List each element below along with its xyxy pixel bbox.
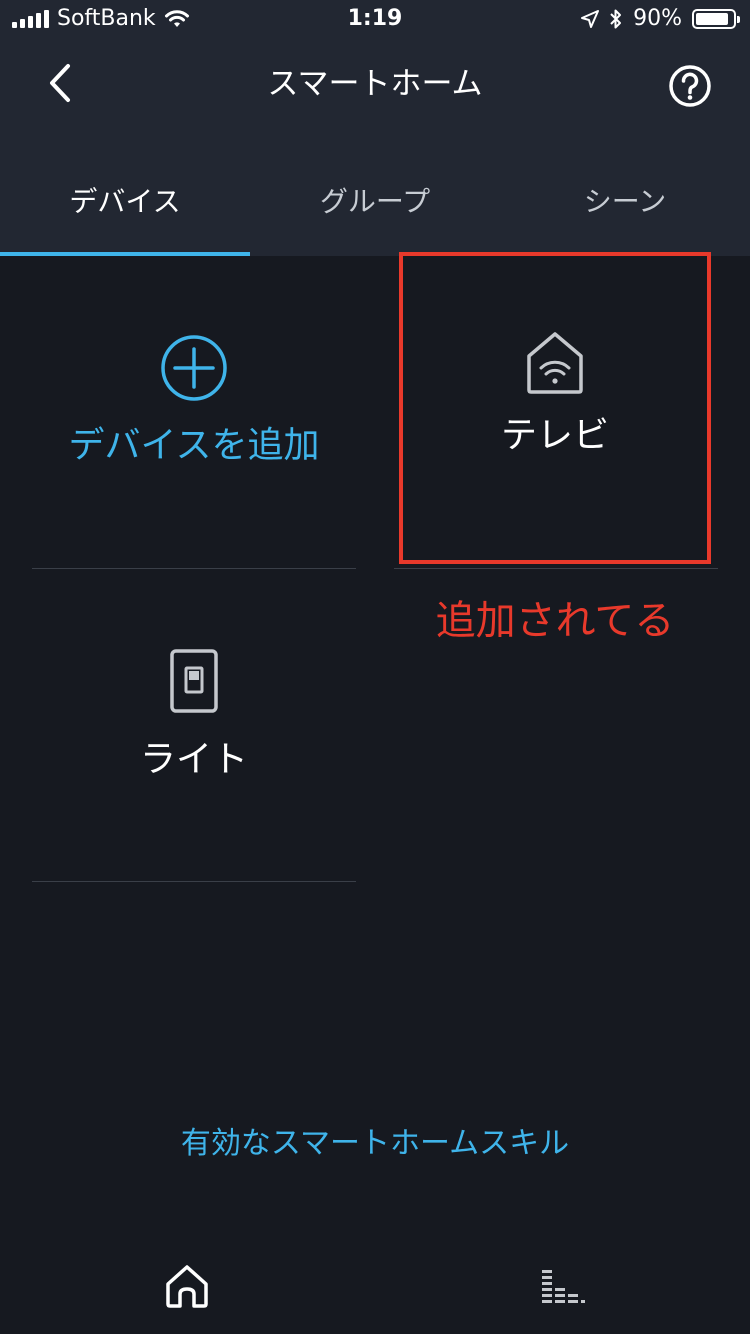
highlight-box: [399, 252, 711, 564]
add-device-tile[interactable]: デバイスを追加: [32, 330, 356, 470]
status-bar: SoftBank 1:19 90%: [0, 0, 750, 40]
home-icon[interactable]: [163, 1262, 211, 1310]
add-circle-icon: [161, 335, 227, 401]
header: スマートホーム デバイス グループ シーン: [0, 40, 750, 256]
location-icon: [581, 9, 600, 28]
page-title: スマートホーム: [267, 66, 483, 102]
smart-home-skills-link[interactable]: 有効なスマートホームスキル: [0, 1118, 750, 1162]
annotation-text: 追加されてる: [435, 598, 675, 644]
light-switch-icon: [170, 649, 218, 713]
tab-devices[interactable]: デバイス: [0, 162, 250, 256]
tab-bar: デバイス グループ シーン: [0, 162, 750, 256]
bottom-nav: [0, 1240, 750, 1334]
battery-icon: [692, 8, 740, 29]
add-device-label: デバイスを追加: [68, 425, 320, 466]
device-tile-light[interactable]: ライト: [32, 648, 356, 788]
help-icon[interactable]: [668, 64, 712, 108]
tab-scenes[interactable]: シーン: [500, 162, 750, 256]
divider: [32, 568, 356, 569]
bluetooth-icon: [610, 9, 622, 28]
divider: [32, 881, 356, 882]
device-label-light: ライト: [139, 739, 248, 780]
battery-percent: 90%: [633, 6, 682, 31]
activity-icon[interactable]: [540, 1268, 586, 1308]
divider: [394, 568, 718, 569]
tab-groups[interactable]: グループ: [250, 162, 500, 256]
status-right: 90%: [581, 6, 740, 31]
